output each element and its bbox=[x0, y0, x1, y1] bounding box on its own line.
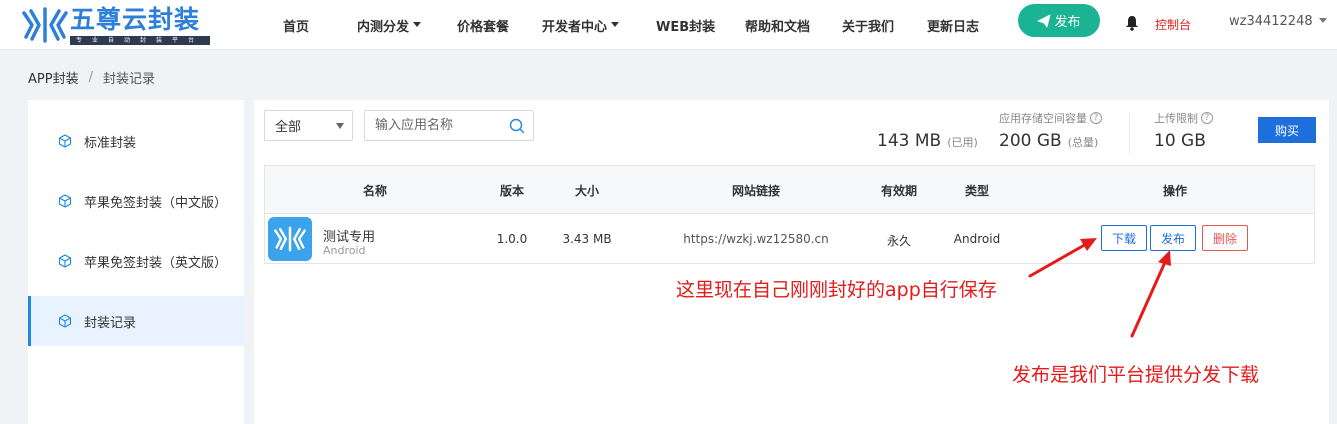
cell-url[interactable]: https://wzkj.wz12580.cn bbox=[683, 232, 829, 246]
col-version: 版本 bbox=[499, 184, 525, 198]
nav-developer-center[interactable]: 开发者中心 bbox=[542, 16, 620, 35]
breadcrumb: APP封装 / 封装记录 bbox=[28, 68, 155, 87]
logo-title: 五尊云封装 bbox=[70, 5, 201, 34]
publish-button[interactable]: 发布 bbox=[1018, 4, 1100, 37]
logo-tagline: 专业自动封装平台 bbox=[70, 36, 210, 45]
nav-about[interactable]: 关于我们 bbox=[842, 16, 894, 35]
storage-label: 应用存储空间容量 ? bbox=[999, 110, 1102, 126]
chevron-down-icon bbox=[611, 22, 620, 27]
cell-size: 3.43 MB bbox=[562, 232, 612, 246]
search-input[interactable] bbox=[365, 111, 495, 140]
storage-used: 143 MB (已用) bbox=[877, 131, 978, 151]
table-row: 测试专用 Android 1.0.0 3.43 MB https://wzkj.… bbox=[265, 214, 1314, 263]
col-actions: 操作 bbox=[1162, 184, 1188, 198]
cube-icon bbox=[58, 134, 72, 148]
cube-icon bbox=[58, 314, 72, 328]
col-url: 网站链接 bbox=[731, 184, 781, 198]
row-publish-button[interactable]: 发布 bbox=[1150, 225, 1196, 251]
publish-annotation: 发布是我们平台提供分发下载 bbox=[1012, 364, 1260, 386]
console-link[interactable]: 控制台 bbox=[1155, 16, 1191, 33]
search-icon[interactable] bbox=[509, 118, 525, 134]
app-logo-icon bbox=[274, 226, 306, 252]
cube-icon bbox=[58, 194, 72, 208]
cell-validity: 永久 bbox=[886, 234, 912, 248]
nav-changelog[interactable]: 更新日志 bbox=[927, 16, 979, 35]
caret-down-icon bbox=[336, 123, 344, 129]
sidebar-item-ios-en[interactable]: 苹果免签封装（英文版） bbox=[28, 236, 244, 286]
cell-type: Android bbox=[953, 232, 1001, 246]
upload-limit-label: 上传限制 ? bbox=[1154, 110, 1213, 126]
sidebar-item-ios-cn[interactable]: 苹果免签封装（中文版） bbox=[28, 176, 244, 226]
download-button[interactable]: 下载 bbox=[1101, 225, 1147, 251]
col-validity: 有效期 bbox=[880, 184, 918, 198]
sidebar-item-records[interactable]: 封装记录 bbox=[28, 296, 244, 346]
top-header: 五尊云封装 专业自动封装平台 首页 内测分发 价格套餐 开发者中心 WEB封装 … bbox=[0, 0, 1337, 50]
nav-home[interactable]: 首页 bbox=[283, 16, 309, 35]
storage-total: 200 GB (总量) bbox=[999, 131, 1099, 151]
sidebar: 标准封装 苹果免签封装（中文版） 苹果免签封装（英文版） 封装记录 bbox=[28, 100, 244, 424]
chevron-down-icon bbox=[1318, 18, 1327, 23]
bell-icon[interactable] bbox=[1125, 15, 1139, 31]
col-name: 名称 bbox=[362, 184, 388, 198]
user-menu[interactable]: wz34412248 bbox=[1229, 14, 1327, 29]
breadcrumb-root[interactable]: APP封装 bbox=[28, 68, 79, 87]
stat-divider bbox=[1129, 114, 1130, 154]
help-icon[interactable]: ? bbox=[1201, 112, 1213, 124]
app-platform: Android bbox=[323, 244, 366, 257]
paper-plane-icon bbox=[1038, 14, 1051, 27]
nav-web-wrap[interactable]: WEB封装 bbox=[656, 16, 715, 35]
breadcrumb-current: 封装记录 bbox=[102, 72, 155, 87]
sidebar-item-standard-wrap[interactable]: 标准封装 bbox=[28, 116, 244, 166]
buy-button[interactable]: 购买 bbox=[1258, 117, 1316, 143]
col-type: 类型 bbox=[964, 184, 990, 198]
records-table: 名称 版本 大小 网站链接 有效期 类型 操作 测试专用 Android 1.0… bbox=[264, 165, 1315, 264]
logo[interactable]: 五尊云封装 专业自动封装平台 bbox=[22, 5, 210, 47]
cell-version: 1.0.0 bbox=[496, 232, 528, 246]
download-annotation: 这里现在自己刚刚封好的app自行保存 bbox=[676, 279, 997, 301]
app-name: 测试专用 bbox=[323, 230, 376, 245]
delete-button[interactable]: 删除 bbox=[1202, 225, 1248, 251]
logo-mark-icon bbox=[22, 7, 68, 43]
help-icon[interactable]: ? bbox=[1090, 112, 1102, 124]
nav-help-docs[interactable]: 帮助和文档 bbox=[745, 16, 810, 35]
nav-pricing[interactable]: 价格套餐 bbox=[457, 16, 509, 35]
upload-limit-value: 10 GB bbox=[1154, 131, 1206, 151]
username: wz34412248 bbox=[1229, 14, 1313, 29]
breadcrumb-separator: / bbox=[88, 70, 93, 85]
cube-icon bbox=[58, 254, 72, 268]
nav-beta-distribution[interactable]: 内测分发 bbox=[357, 16, 422, 35]
search-box bbox=[364, 110, 534, 141]
table-header: 名称 版本 大小 网站链接 有效期 类型 操作 bbox=[265, 166, 1314, 214]
chevron-down-icon bbox=[413, 22, 422, 27]
app-icon bbox=[268, 217, 312, 261]
filter-select[interactable]: 全部 bbox=[264, 110, 353, 141]
col-size: 大小 bbox=[574, 184, 600, 198]
